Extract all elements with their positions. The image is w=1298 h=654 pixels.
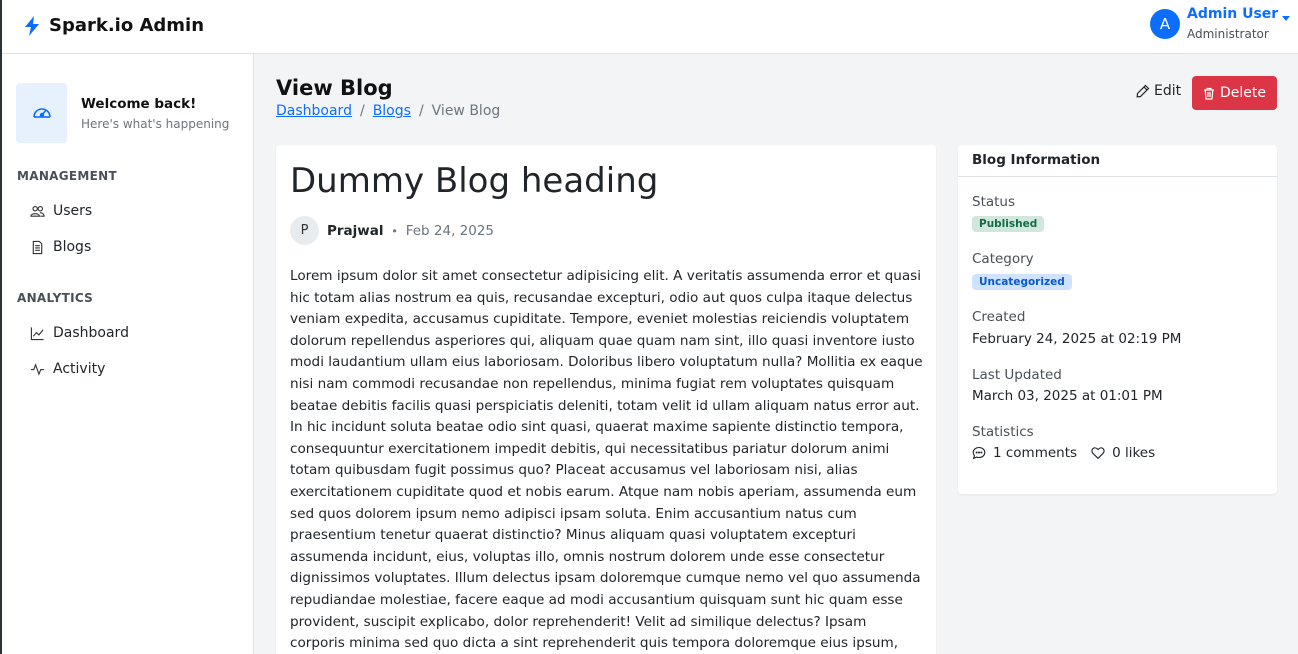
sidebar-item-label: Dashboard [53, 325, 129, 341]
created-label: Created [972, 309, 1026, 325]
post-title: Dummy Blog heading [290, 161, 659, 201]
edit-button[interactable]: Edit [1136, 83, 1181, 99]
breadcrumb-blogs-link[interactable]: Blogs [373, 103, 411, 119]
sidebar-item-activity[interactable]: Activity [30, 361, 105, 377]
speedometer-icon [16, 83, 67, 143]
post-meta: P Prajwal • Feb 24, 2025 [290, 216, 494, 245]
brand[interactable]: Spark.io Admin [24, 15, 204, 36]
meta-separator-dot: • [392, 223, 397, 238]
category-badge: Uncategorized [972, 274, 1072, 290]
likes-count: 0 likes [1112, 445, 1156, 461]
status-badge: Published [972, 216, 1045, 232]
blog-post-card: Dummy Blog heading P Prajwal • Feb 24, 2… [276, 145, 936, 654]
breadcrumb-current: View Blog [431, 103, 501, 119]
sidebar-item-label: Blogs [53, 239, 92, 255]
delete-button[interactable]: Delete [1192, 76, 1277, 110]
section-title-analytics: ANALYTICS [17, 291, 94, 305]
delete-label: Delete [1220, 85, 1266, 101]
post-date: Feb 24, 2025 [405, 222, 495, 239]
status-label: Status [972, 194, 1016, 210]
comments-stat: 1 comments [972, 445, 1077, 461]
trash-icon [1204, 87, 1214, 100]
comments-count: 1 comments [993, 445, 1078, 461]
sidebar-item-label: Users [53, 203, 93, 219]
sidebar-item-blogs[interactable]: Blogs [30, 239, 91, 255]
post-body: Lorem ipsum dolor sit amet consectetur a… [290, 268, 923, 652]
activity-icon [30, 362, 45, 376]
breadcrumb-dashboard-link[interactable]: Dashboard [276, 103, 352, 119]
created-value: February 24, 2025 at 02:19 PM [972, 331, 1182, 347]
user-name-text: Admin User [1187, 6, 1279, 22]
breadcrumb-separator: / [359, 103, 365, 119]
user-menu[interactable]: A Admin User Administrator [1150, 6, 1291, 41]
blog-info-card: Blog Information Status Published Catego… [958, 145, 1277, 494]
breadcrumb-separator: / [418, 103, 424, 119]
welcome-card: Welcome back! Here's what's happening [16, 83, 229, 143]
author-avatar: P [290, 216, 319, 245]
sidebar-item-users[interactable]: Users [30, 203, 92, 219]
comment-icon [972, 446, 986, 460]
heart-icon [1091, 447, 1105, 460]
top-navbar: Spark.io Admin A Admin User Administrato… [0, 0, 1298, 54]
document-icon [32, 240, 43, 254]
statistics-label: Statistics [972, 424, 1034, 440]
author-name: Prajwal [327, 222, 384, 239]
welcome-title: Welcome back! [81, 95, 197, 112]
window-edge [0, 0, 2, 654]
category-label: Category [972, 251, 1034, 267]
section-title-management: MANAGEMENT [17, 169, 117, 183]
chart-line-icon [30, 326, 44, 340]
user-role: Administrator [1187, 27, 1269, 41]
statistics: 1 comments 0 likes [972, 445, 1169, 461]
pencil-icon [1136, 84, 1150, 98]
breadcrumb: Dashboard / Blogs / View Blog [276, 103, 500, 119]
likes-stat: 0 likes [1091, 445, 1155, 461]
welcome-subtitle: Here's what's happening [81, 116, 230, 131]
users-icon [30, 205, 45, 217]
sidebar-item-dashboard[interactable]: Dashboard [30, 325, 129, 341]
lightning-icon [25, 15, 39, 36]
edit-label: Edit [1154, 83, 1182, 99]
user-name[interactable]: Admin User [1187, 6, 1291, 22]
sidebar-item-label: Activity [53, 361, 106, 377]
updated-value: March 03, 2025 at 01:01 PM [972, 388, 1163, 404]
info-card-heading: Blog Information [958, 145, 1277, 177]
brand-name: Spark.io Admin [49, 15, 205, 36]
chevron-down-icon [1282, 15, 1291, 21]
page-title: View Blog [276, 76, 393, 100]
sidebar: Welcome back! Here's what's happening MA… [0, 54, 254, 654]
avatar: A [1150, 8, 1180, 39]
updated-label: Last Updated [972, 367, 1062, 383]
